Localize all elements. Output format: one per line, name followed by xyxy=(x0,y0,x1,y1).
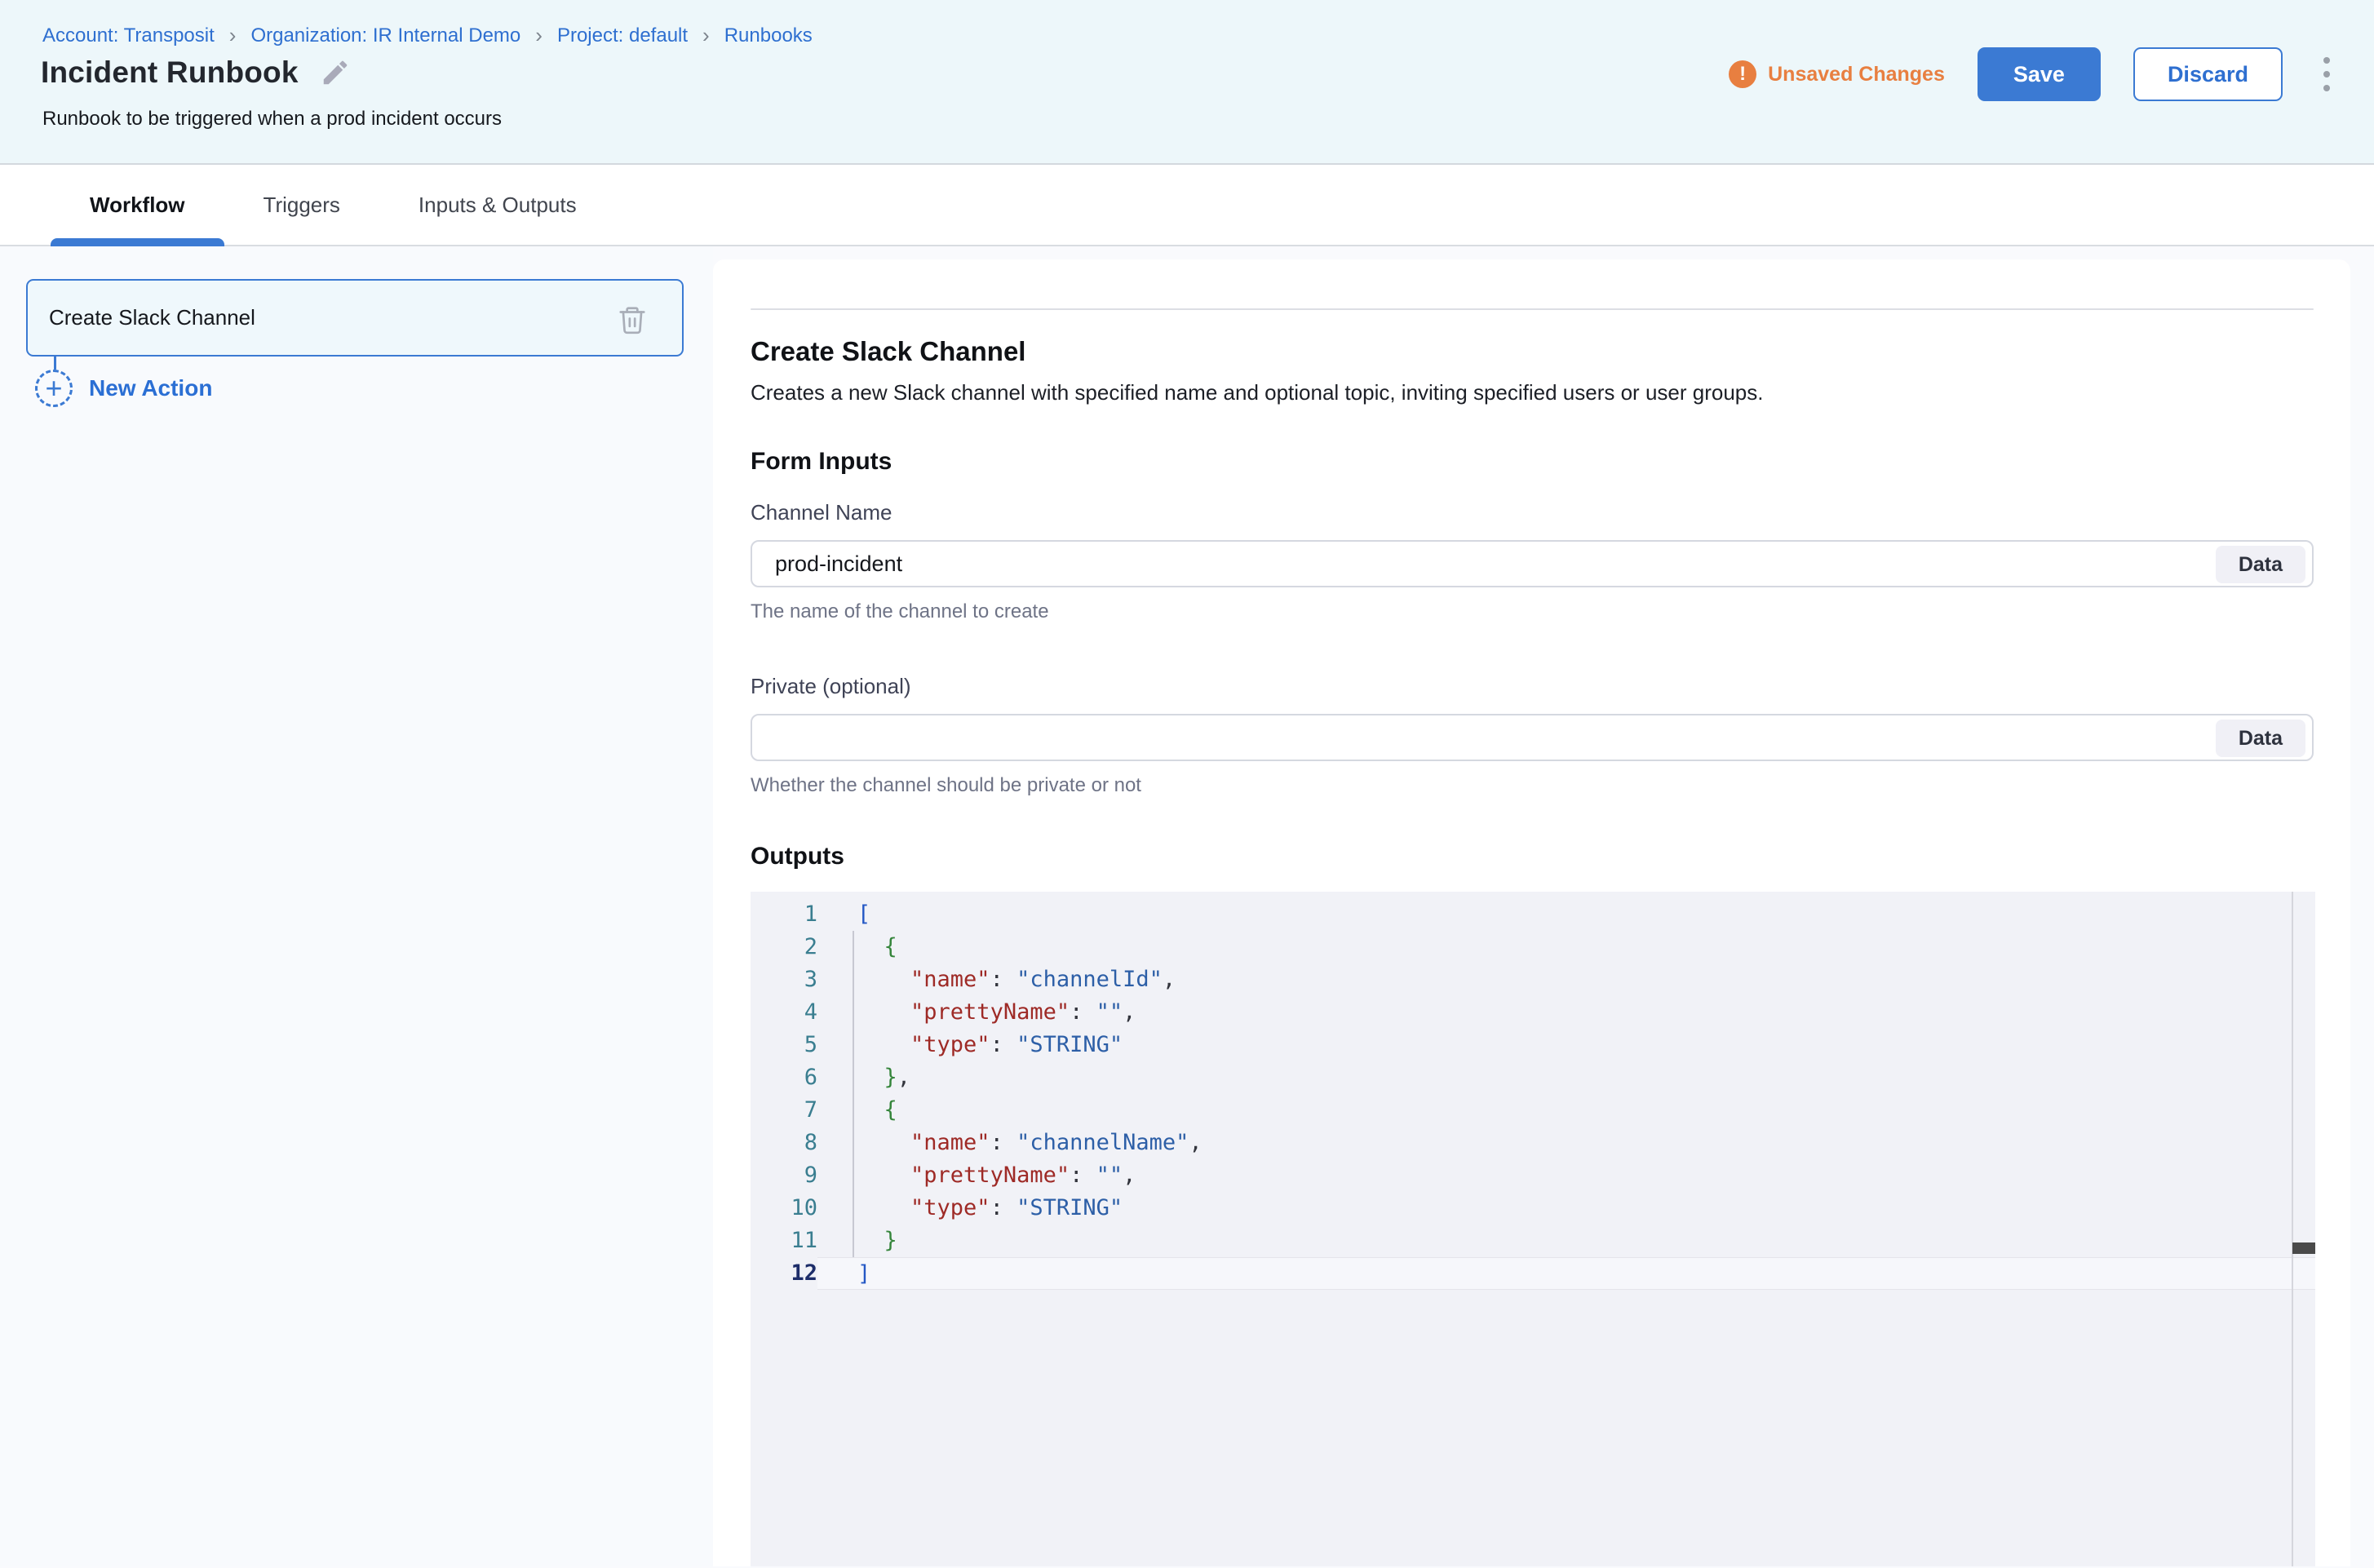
workflow-connector-line xyxy=(54,357,56,370)
save-button[interactable]: Save xyxy=(1978,47,2101,101)
private-helper: Whether the channel should be private or… xyxy=(751,774,2314,797)
code-text: }, xyxy=(817,1061,2315,1094)
content-area: Create Slack Channel + New Action Create… xyxy=(0,246,2374,1566)
code-text: "prettyName": "", xyxy=(817,1159,2315,1192)
plus-icon: + xyxy=(35,370,73,407)
runbook-editor-page: Account: Transposit › Organization: IR Int… xyxy=(0,0,2374,1568)
breadcrumb-link[interactable]: Organization: IR Internal Demo xyxy=(250,24,520,47)
breadcrumb-separator: › xyxy=(229,23,237,48)
action-detail-panel: Create Slack Channel Creates a new Slack… xyxy=(713,259,2350,1566)
private-data-button[interactable]: Data xyxy=(2216,720,2305,757)
tab-bar: WorkflowTriggersInputs & Outputs xyxy=(0,165,2374,246)
channel-name-input-wrap: Data xyxy=(751,540,2314,587)
page-header: Account: Transposit › Organization: IR Int… xyxy=(0,0,2374,165)
warning-icon: ! xyxy=(1729,60,1756,88)
line-number: 6 xyxy=(751,1061,817,1094)
indent-guide-line xyxy=(853,931,854,1257)
code-line-5: 5 "type": "STRING" xyxy=(751,1029,2315,1061)
line-number: 12 xyxy=(751,1257,817,1290)
outputs-code-editor[interactable]: 1[2 {3 "name": "channelId",4 "prettyName… xyxy=(751,892,2315,1566)
action-card-create-slack-channel[interactable]: Create Slack Channel xyxy=(26,279,684,357)
panel-divider xyxy=(751,308,2314,310)
breadcrumb: Account: Transposit › Organization: IR Int… xyxy=(42,23,813,48)
code-lines: 1[2 {3 "name": "channelId",4 "prettyName… xyxy=(751,898,2315,1290)
field-channel-name: Channel Name Data The name of the channe… xyxy=(751,500,2314,623)
outputs-heading: Outputs xyxy=(751,843,2314,870)
editor-scrollbar-track xyxy=(2292,892,2293,1566)
line-number: 3 xyxy=(751,963,817,996)
line-number: 1 xyxy=(751,898,817,931)
header-controls: ! Unsaved Changes Save Discard xyxy=(1729,47,2338,101)
code-line-9: 9 "prettyName": "", xyxy=(751,1159,2315,1192)
page-title: Incident Runbook xyxy=(41,55,299,90)
code-line-4: 4 "prettyName": "", xyxy=(751,996,2315,1029)
private-input[interactable] xyxy=(751,714,2314,761)
code-line-2: 2 { xyxy=(751,931,2315,963)
private-input-wrap: Data xyxy=(751,714,2314,761)
code-text: ] xyxy=(817,1257,2315,1290)
code-text: } xyxy=(817,1225,2315,1257)
action-card-label: Create Slack Channel xyxy=(49,305,255,330)
discard-button[interactable]: Discard xyxy=(2133,47,2283,101)
code-line-7: 7 { xyxy=(751,1094,2315,1127)
channel-name-label: Channel Name xyxy=(751,500,2314,525)
editor-scrollbar-thumb[interactable] xyxy=(2292,1242,2315,1254)
unsaved-changes-badge: ! Unsaved Changes xyxy=(1729,60,1945,88)
tab-triggers[interactable]: Triggers xyxy=(224,165,379,245)
line-number: 4 xyxy=(751,996,817,1029)
action-title: Create Slack Channel xyxy=(751,336,2314,367)
channel-name-helper: The name of the channel to create xyxy=(751,600,2314,623)
title-row: Incident Runbook xyxy=(41,55,351,90)
breadcrumb-separator: › xyxy=(702,23,710,48)
code-text: [ xyxy=(817,898,2315,931)
private-label: Private (optional) xyxy=(751,674,2314,699)
code-line-3: 3 "name": "channelId", xyxy=(751,963,2315,996)
line-number: 10 xyxy=(751,1192,817,1225)
code-text: { xyxy=(817,1094,2315,1127)
line-number: 5 xyxy=(751,1029,817,1061)
more-options-kebab-icon[interactable] xyxy=(2315,52,2338,96)
code-text: "prettyName": "", xyxy=(817,996,2315,1029)
code-line-8: 8 "name": "channelName", xyxy=(751,1127,2315,1159)
new-action-label: New Action xyxy=(89,375,212,401)
line-number: 9 xyxy=(751,1159,817,1192)
code-line-11: 11 } xyxy=(751,1225,2315,1257)
tab-inputs-outputs[interactable]: Inputs & Outputs xyxy=(379,165,616,245)
channel-name-data-button[interactable]: Data xyxy=(2216,546,2305,583)
line-number: 8 xyxy=(751,1127,817,1159)
workflow-sidebar: Create Slack Channel + New Action xyxy=(0,246,713,1566)
code-text: "type": "STRING" xyxy=(817,1029,2315,1061)
code-line-6: 6 }, xyxy=(751,1061,2315,1094)
line-number: 2 xyxy=(751,931,817,963)
code-text: { xyxy=(817,931,2315,963)
breadcrumb-link[interactable]: Runbooks xyxy=(724,24,813,47)
code-text: "name": "channelName", xyxy=(817,1127,2315,1159)
action-description: Creates a new Slack channel with specifi… xyxy=(751,380,2314,405)
breadcrumb-separator: › xyxy=(535,23,543,48)
channel-name-input[interactable] xyxy=(751,540,2314,587)
page-subtitle: Runbook to be triggered when a prod inci… xyxy=(42,108,502,131)
tab-workflow[interactable]: Workflow xyxy=(51,165,224,245)
code-text: "name": "channelId", xyxy=(817,963,2315,996)
code-line-12: 12] xyxy=(751,1257,2315,1290)
code-text: "type": "STRING" xyxy=(817,1192,2315,1225)
new-action-button[interactable]: + New Action xyxy=(35,370,684,407)
main-panel-wrap: Create Slack Channel Creates a new Slack… xyxy=(713,246,2374,1566)
form-inputs-heading: Form Inputs xyxy=(751,448,2314,476)
breadcrumb-link[interactable]: Project: default xyxy=(557,24,688,47)
field-private: Private (optional) Data Whether the chan… xyxy=(751,674,2314,797)
edit-title-pencil-icon[interactable] xyxy=(320,57,351,88)
code-line-1: 1[ xyxy=(751,898,2315,931)
line-number: 11 xyxy=(751,1225,817,1257)
breadcrumb-link[interactable]: Account: Transposit xyxy=(42,24,215,47)
unsaved-changes-label: Unsaved Changes xyxy=(1768,63,1945,86)
code-line-10: 10 "type": "STRING" xyxy=(751,1192,2315,1225)
delete-action-trash-icon[interactable] xyxy=(617,303,648,336)
line-number: 7 xyxy=(751,1094,817,1127)
